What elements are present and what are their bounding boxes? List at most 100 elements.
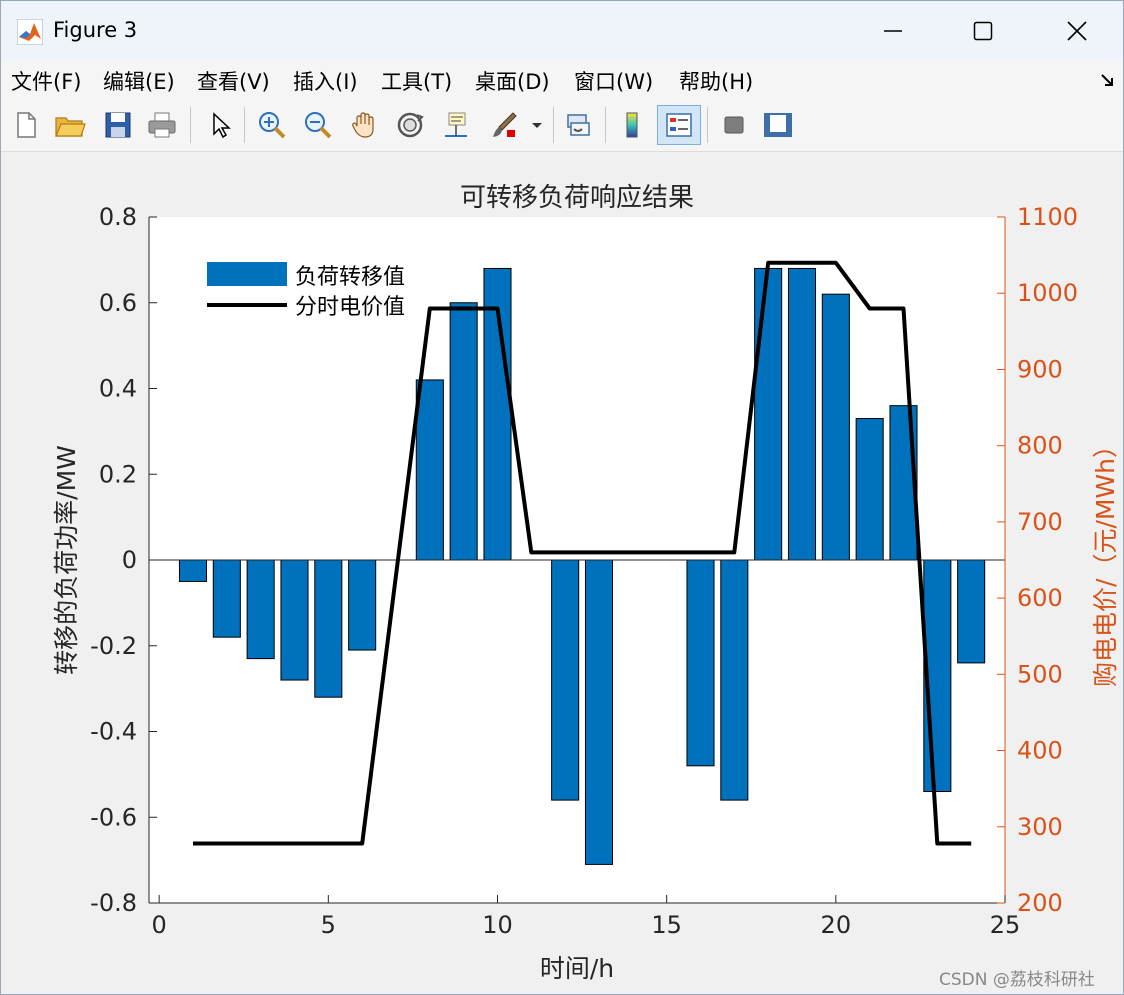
x-tick-label: 15 xyxy=(651,911,682,939)
bar xyxy=(178,559,208,582)
save-button[interactable] xyxy=(99,105,137,145)
toolbar-separator xyxy=(707,107,708,143)
y-tick-label-left: -0.8 xyxy=(90,889,137,917)
brush-dropdown-button[interactable] xyxy=(527,105,547,145)
figure-window: Figure 3 文件(F) 编辑(E) 查看(V) 插入(I) 工具(T) 桌… xyxy=(0,0,1124,995)
bar xyxy=(855,418,884,561)
show-plot-tools-button[interactable] xyxy=(759,105,797,145)
zoom-out-icon xyxy=(305,112,332,139)
dropdown-arrow-icon xyxy=(532,123,542,128)
insert-colorbar-button[interactable] xyxy=(613,105,651,145)
rotate-3d-button[interactable] xyxy=(391,105,429,145)
hide-plot-tools-icon xyxy=(724,116,744,134)
legend-bar-swatch xyxy=(207,262,287,286)
figure-canvas[interactable]: 0 5 10 15 20 25 -0.8 -0.6 -0.4 -0.2 0 0.2 0.4 0.6 0.8 2… xyxy=(1,152,1123,994)
bar xyxy=(280,559,309,681)
bar xyxy=(821,293,850,561)
hide-plot-tools-button[interactable] xyxy=(715,105,753,145)
chart[interactable]: 0 5 10 15 20 25 -0.8 -0.6 -0.4 -0.2 0 0.2 0.4 0.6 0.8 2… xyxy=(1,152,1123,994)
bar xyxy=(314,559,343,698)
print-button[interactable] xyxy=(143,105,181,145)
data-tip-icon xyxy=(445,112,467,137)
insert-legend-button[interactable] xyxy=(657,105,701,145)
y-axis-label-left: 转移的负荷功率/MW xyxy=(52,445,81,675)
y-tick-label-right: 1100 xyxy=(1017,203,1078,231)
folder-icon xyxy=(55,117,86,137)
cursor-arrow-icon xyxy=(213,112,231,139)
x-axis-label: 时间/h xyxy=(540,954,614,983)
new-file-icon xyxy=(17,112,36,138)
bar xyxy=(449,302,478,561)
title-bar[interactable]: Figure 3 xyxy=(1,1,1123,61)
brush-icon xyxy=(493,112,517,137)
bar xyxy=(348,559,377,651)
y-tick-label-right: 900 xyxy=(1017,355,1063,383)
matlab-logo xyxy=(17,19,43,45)
y-tick-label-left: 0.2 xyxy=(99,460,137,488)
y-axis-label-right: 购电电价/（元/MWh） xyxy=(1091,433,1120,687)
legend-bar-label: 负荷转移值 xyxy=(295,265,405,290)
menu-tools[interactable]: 工具(T) xyxy=(381,66,452,96)
y-tick-label-left: -0.4 xyxy=(90,718,137,746)
menu-desktop[interactable]: 桌面(D) xyxy=(475,66,550,96)
bar xyxy=(754,267,783,561)
y-tick-label-right: 1000 xyxy=(1017,279,1078,307)
close-button[interactable] xyxy=(1031,1,1123,61)
bar xyxy=(787,267,817,561)
x-tick-label: 25 xyxy=(990,911,1021,939)
zoom-in-button[interactable] xyxy=(253,105,291,145)
menu-file[interactable]: 文件(F) xyxy=(11,66,81,96)
y-tick-label-right: 500 xyxy=(1017,660,1063,688)
x-tick-label: 5 xyxy=(321,911,336,939)
bar xyxy=(551,559,580,801)
zoom-in-icon xyxy=(259,112,286,139)
hand-pan-icon xyxy=(352,112,374,138)
y-tick-label-left: -0.6 xyxy=(90,803,137,831)
toolbar-separator xyxy=(244,107,245,143)
new-figure-button[interactable] xyxy=(7,105,45,145)
menu-edit[interactable]: 编辑(E) xyxy=(103,66,175,96)
menu-view[interactable]: 查看(V) xyxy=(197,66,270,96)
link-plot-button[interactable] xyxy=(559,105,597,145)
data-cursor-button[interactable] xyxy=(437,105,475,145)
close-icon xyxy=(1067,21,1087,41)
y-tick-label-left: 0.6 xyxy=(99,289,137,317)
legend-line-label: 分时电价值 xyxy=(295,295,405,320)
select-button[interactable] xyxy=(200,105,238,145)
menu-help[interactable]: 帮助(H) xyxy=(679,66,753,96)
y-tick-label-right: 200 xyxy=(1017,889,1063,917)
rotate-3d-icon xyxy=(397,112,424,138)
bar xyxy=(957,559,986,664)
show-plot-tools-icon xyxy=(764,113,792,137)
y-tick-label-left: 0.4 xyxy=(99,375,137,403)
toolbar xyxy=(1,99,1123,152)
toolbar-separator xyxy=(605,107,606,143)
zoom-out-button[interactable] xyxy=(299,105,337,145)
bar xyxy=(212,559,241,638)
maximize-icon xyxy=(973,21,993,41)
brush-button[interactable] xyxy=(485,105,523,145)
y-tick-label-right: 800 xyxy=(1017,432,1063,460)
window-title: Figure 3 xyxy=(53,18,138,42)
menu-bar: 文件(F) 编辑(E) 查看(V) 插入(I) 工具(T) 桌面(D) 窗口(W… xyxy=(1,61,1123,99)
maximize-button[interactable] xyxy=(937,1,1029,61)
y-tick-label-right: 400 xyxy=(1017,737,1063,765)
x-tick-label: 0 xyxy=(152,911,167,939)
open-file-button[interactable] xyxy=(51,105,89,145)
link-plot-icon xyxy=(567,114,590,136)
menu-insert[interactable]: 插入(I) xyxy=(293,66,358,96)
y-tick-label-right: 700 xyxy=(1017,508,1063,536)
toolbar-separator xyxy=(553,107,554,143)
y-tick-label-left: -0.2 xyxy=(90,632,137,660)
watermark: CSDN @荔枝科研社 xyxy=(939,970,1095,990)
pan-button[interactable] xyxy=(345,105,383,145)
x-tick-label: 10 xyxy=(482,911,513,939)
dock-arrow-icon[interactable] xyxy=(1099,71,1117,89)
minimize-button[interactable] xyxy=(847,1,939,61)
save-disk-icon xyxy=(105,112,131,138)
x-tick-label: 20 xyxy=(821,911,852,939)
y-tick-label-left: 0.8 xyxy=(99,203,137,231)
printer-icon xyxy=(148,112,176,138)
menu-window[interactable]: 窗口(W) xyxy=(574,66,653,96)
bar xyxy=(720,559,749,801)
